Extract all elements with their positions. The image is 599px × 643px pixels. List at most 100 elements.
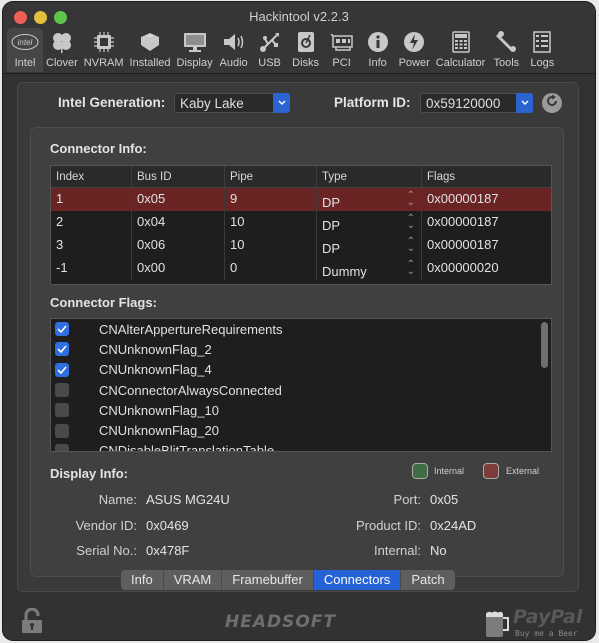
external-legend-label: External: [506, 466, 540, 476]
checkbox-checked[interactable]: [55, 342, 69, 357]
checkbox-unchecked[interactable]: [55, 423, 69, 438]
connector-flags-title: Connector Flags:: [50, 295, 157, 310]
intel-panel: Intel Generation: Kaby Lake Platform ID:…: [17, 82, 579, 592]
column-header-flags[interactable]: Flags: [422, 166, 551, 187]
column-header-type[interactable]: Type: [317, 166, 422, 187]
flag-item[interactable]: CNDisableBlitTranslationTable: [51, 441, 551, 451]
name-label: Name:: [98, 492, 137, 507]
refresh-button[interactable]: [542, 93, 562, 113]
checkbox-checked[interactable]: [55, 322, 69, 337]
toolbar-item-installed[interactable]: Installed: [127, 28, 174, 72]
toolbar-item-logs[interactable]: Logs: [524, 28, 560, 72]
up-down-arrows-icon: ⌃ ⌄: [406, 259, 415, 277]
toolbar-item-power[interactable]: Power: [396, 28, 433, 72]
vendor-id-value: 0x0469: [146, 518, 189, 533]
toolbar-label: Installed: [129, 57, 171, 69]
flag-item[interactable]: CNUnknownFlag_10: [51, 400, 551, 420]
connector-info-title: Connector Info:: [50, 141, 147, 156]
toolbar-item-clover[interactable]: Clover: [43, 28, 81, 72]
cell-flags[interactable]: 0x00000187: [422, 211, 551, 234]
toolbar-item-calculator[interactable]: Calculator: [433, 28, 489, 72]
internal-label: Internal:: [374, 543, 421, 558]
flag-label: CNConnectorAlwaysConnected: [99, 382, 282, 398]
checkbox-unchecked[interactable]: [55, 403, 69, 418]
internal-value: No: [430, 543, 447, 558]
intel-generation-value: Kaby Lake: [180, 96, 244, 111]
toolbar-label: Tools: [493, 57, 520, 69]
flag-label: CNAlterAppertureRequirements: [99, 321, 283, 337]
cell-pipe[interactable]: 9: [225, 188, 317, 211]
flag-item[interactable]: CNUnknownFlag_4: [51, 360, 551, 380]
checkbox-unchecked[interactable]: [55, 383, 69, 398]
info-icon: [363, 30, 393, 54]
toolbar-item-intel[interactable]: intel Intel: [7, 28, 43, 72]
toolbar-item-tools[interactable]: Tools: [488, 28, 524, 72]
connector-flags-list: CNAlterAppertureRequirements CNUnknownFl…: [50, 318, 552, 452]
cell-bus-id[interactable]: 0x00: [132, 257, 225, 280]
cell-type-popup[interactable]: DP ⌃ ⌄: [317, 211, 422, 234]
table-row[interactable]: 1 0x05 9 DP ⌃ ⌄ 0x00000187: [51, 188, 551, 211]
title-bar: Hackintool v2.2.3 intel Intel Clover NVR…: [3, 2, 595, 74]
cell-pipe[interactable]: 10: [225, 234, 317, 257]
toolbar-item-disks[interactable]: Disks: [288, 28, 324, 72]
tab-framebuffer[interactable]: Framebuffer: [222, 570, 314, 590]
flag-item[interactable]: CNUnknownFlag_20: [51, 420, 551, 440]
port-value: 0x05: [430, 492, 459, 507]
cell-bus-id[interactable]: 0x04: [132, 211, 225, 234]
disk-icon: [291, 30, 321, 54]
cell-type-popup[interactable]: Dummy ⌃ ⌄: [317, 257, 422, 280]
table-row[interactable]: 2 0x04 10 DP ⌃ ⌄ 0x00000187: [51, 211, 551, 234]
cell-index: 1: [51, 188, 132, 211]
paypal-donate-button[interactable]: [485, 608, 511, 640]
cell-type-popup[interactable]: DP ⌃ ⌄: [317, 234, 422, 257]
tab-vram[interactable]: VRAM: [164, 570, 223, 590]
cell-index: 2: [51, 211, 132, 234]
toolbar-item-pci[interactable]: PCI: [324, 28, 360, 72]
cell-pipe[interactable]: 0: [225, 257, 317, 280]
cell-type: DP: [322, 195, 341, 210]
toolbar-item-audio[interactable]: Audio: [216, 28, 252, 72]
display-info-title: Display Info:: [50, 466, 129, 481]
up-down-arrows-icon: ⌃ ⌄: [406, 213, 415, 231]
checkbox-checked[interactable]: [55, 362, 69, 377]
paypal-label[interactable]: PayPal: [513, 606, 582, 628]
toolbar-item-nvram[interactable]: NVRAM: [81, 28, 127, 72]
column-header-index[interactable]: Index: [51, 166, 132, 187]
flag-item[interactable]: CNAlterAppertureRequirements: [51, 319, 551, 339]
tab-connectors[interactable]: Connectors: [313, 570, 402, 590]
flag-item[interactable]: CNUnknownFlag_2: [51, 339, 551, 359]
cell-pipe[interactable]: 10: [225, 211, 317, 234]
toolbar-label: NVRAM: [83, 57, 124, 69]
flag-label: CNUnknownFlag_4: [99, 362, 212, 378]
checkbox-unchecked[interactable]: [55, 443, 69, 451]
unlocked-padlock-icon: [21, 607, 43, 638]
platform-id-select[interactable]: 0x59120000: [420, 93, 533, 113]
cell-bus-id[interactable]: 0x06: [132, 234, 225, 257]
cell-flags[interactable]: 0x00000187: [422, 234, 551, 257]
table-row[interactable]: 3 0x06 10 DP ⌃ ⌄ 0x00000187: [51, 234, 551, 257]
connectors-panel: Connector Info: Index Bus ID Pipe Type F…: [30, 127, 564, 577]
product-id-value: 0x24AD: [430, 518, 477, 533]
toolbar-item-info[interactable]: Info: [360, 28, 396, 72]
toolbar-label: Power: [398, 57, 430, 69]
toolbar-item-display[interactable]: Display: [174, 28, 216, 72]
toolbar-item-usb[interactable]: USB: [252, 28, 288, 72]
lego-brick-icon: [135, 30, 165, 54]
wrench-icon: [491, 30, 521, 54]
scrollbar[interactable]: [541, 322, 548, 368]
column-header-bus-id[interactable]: Bus ID: [132, 166, 225, 187]
tab-info[interactable]: Info: [121, 570, 164, 590]
table-row[interactable]: -1 0x00 0 Dummy ⌃ ⌄ 0x00000020: [51, 257, 551, 280]
tab-patch[interactable]: Patch: [401, 570, 454, 590]
cell-type-popup[interactable]: DP ⌃ ⌄: [317, 188, 422, 211]
flag-item[interactable]: CNConnectorAlwaysConnected: [51, 380, 551, 400]
cell-type: DP: [322, 218, 341, 233]
cell-flags[interactable]: 0x00000187: [422, 188, 551, 211]
intel-generation-select[interactable]: Kaby Lake: [174, 93, 290, 113]
column-header-pipe[interactable]: Pipe: [225, 166, 317, 187]
cell-bus-id[interactable]: 0x05: [132, 188, 225, 211]
toolbar-label: Disks: [292, 57, 320, 69]
lock-button[interactable]: [21, 607, 43, 639]
cell-flags[interactable]: 0x00000020: [422, 257, 551, 280]
platform-id-label: Platform ID:: [334, 95, 411, 110]
